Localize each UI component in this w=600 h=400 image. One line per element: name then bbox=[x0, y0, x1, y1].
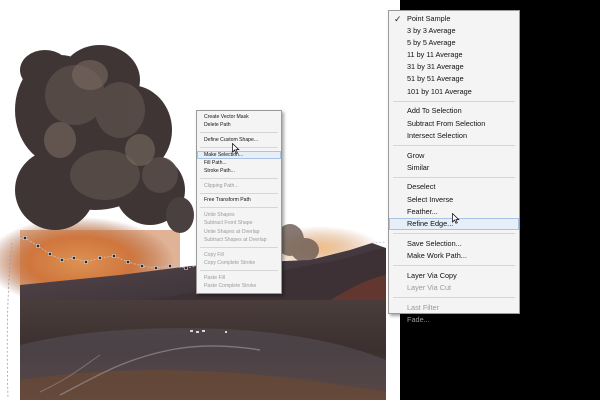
menu-separator bbox=[393, 177, 515, 179]
menu-separator bbox=[393, 101, 515, 103]
menu-item-copy-complete-stroke: Copy Complete Stroke bbox=[197, 259, 281, 267]
menu-item-paste-fill: Paste Fill bbox=[197, 274, 281, 282]
menu-separator bbox=[200, 192, 278, 194]
menu-item-unite-shapes: Unite Shapes bbox=[197, 211, 281, 219]
menu-item-label: Delete Path bbox=[204, 122, 231, 129]
menu-separator bbox=[200, 247, 278, 249]
menu-item-layer-via-cut: Layer Via Cut bbox=[389, 282, 519, 294]
menu-item-label: Create Vector Mask bbox=[204, 114, 249, 120]
menu-item-label: Free Transform Path bbox=[204, 197, 251, 204]
menu-item-layer-via-copy[interactable]: Layer Via Copy bbox=[389, 270, 519, 282]
menu-item-subtract-front-shape: Subtract Front Shape bbox=[197, 219, 281, 227]
menu-separator bbox=[393, 145, 515, 147]
menu-item-label: 101 by 101 Average bbox=[407, 86, 472, 96]
menu-separator bbox=[200, 270, 278, 272]
menu-item-add-to-selection[interactable]: Add To Selection bbox=[389, 105, 519, 117]
menu-item-label: Add To Selection bbox=[407, 106, 462, 116]
menu-item-subtract-from-selection[interactable]: Subtract From Selection bbox=[389, 118, 519, 130]
menu-item-label: Subtract Shapes at Overlap bbox=[204, 237, 267, 244]
menu-item-label: Intersect Selection bbox=[407, 130, 468, 140]
menu-item-grow[interactable]: Grow bbox=[389, 150, 519, 162]
photoshop-workspace: Create Vector Mask Delete Path Define Cust… bbox=[0, 0, 600, 400]
menu-item-fade: Fade... bbox=[389, 314, 519, 326]
menu-item-similar[interactable]: Similar bbox=[389, 162, 519, 174]
menu-item-label: Fade... bbox=[407, 314, 430, 324]
menu-item-deselect[interactable]: Deselect bbox=[389, 181, 519, 193]
menu-item-label: Make Work Path... bbox=[407, 250, 467, 260]
menu-item-label: Save Selection... bbox=[407, 238, 462, 248]
menu-item-101-by-101-average[interactable]: 101 by 101 Average bbox=[389, 86, 519, 98]
menu-item-label: Layer Via Copy bbox=[407, 270, 457, 280]
menu-item-label: Unite Shapes at Overlap bbox=[204, 228, 260, 235]
menu-item-label: Feather... bbox=[407, 206, 438, 216]
menu-item-make-work-path[interactable]: Make Work Path... bbox=[389, 250, 519, 262]
menu-item-label: Grow bbox=[407, 150, 425, 160]
mouse-pointer-icon bbox=[232, 143, 240, 154]
menu-separator bbox=[393, 233, 515, 235]
menu-item-label: Stroke Path... bbox=[204, 168, 235, 175]
menu-item-free-transform-path[interactable]: Free Transform Path bbox=[197, 196, 281, 204]
menu-item-31-by-31-average[interactable]: 31 by 31 Average bbox=[389, 61, 519, 73]
menu-separator bbox=[200, 207, 278, 209]
menu-item-select-inverse[interactable]: Select Inverse bbox=[389, 194, 519, 206]
menu-item-label: Subtract Front Shape bbox=[204, 220, 253, 227]
menu-item-label: Copy Complete Stroke bbox=[204, 260, 256, 267]
menu-item-stroke-path[interactable]: Stroke Path... bbox=[197, 167, 281, 175]
menu-item-label: Point Sample bbox=[407, 14, 451, 23]
menu-item-label: Paste Complete Stroke bbox=[204, 283, 257, 290]
menu-item-clipping-path: Clipping Path... bbox=[197, 182, 281, 190]
mouse-pointer-icon bbox=[452, 213, 460, 224]
menu-item-label: Layer Via Cut bbox=[407, 282, 452, 292]
menu-separator bbox=[200, 178, 278, 180]
menu-item-label: Unite Shapes bbox=[204, 212, 235, 219]
menu-item-fill-path[interactable]: Fill Path... bbox=[197, 159, 281, 167]
menu-item-label: 5 by 5 Average bbox=[407, 38, 456, 48]
menu-item-label: Select Inverse bbox=[407, 194, 454, 204]
menu-item-unite-shapes-at-overlap: Unite Shapes at Overlap bbox=[197, 228, 281, 236]
menu-item-label: Last Filter bbox=[407, 302, 440, 312]
menu-item-label: Deselect bbox=[407, 182, 436, 192]
menu-item-save-selection[interactable]: Save Selection... bbox=[389, 238, 519, 250]
menu-separator bbox=[393, 265, 515, 267]
menu-item-subtract-shapes-at-overlap: Subtract Shapes at Overlap bbox=[197, 236, 281, 244]
menu-item-paste-complete-stroke: Paste Complete Stroke bbox=[197, 282, 281, 290]
menu-item-create-vector-mask[interactable]: Create Vector Mask bbox=[197, 113, 281, 121]
menu-item-label: 51 by 51 Average bbox=[407, 74, 464, 84]
menu-item-label: 31 by 31 Average bbox=[407, 62, 464, 72]
menu-item-label: Paste Fill bbox=[204, 274, 225, 281]
menu-separator bbox=[393, 297, 515, 299]
menu-item-delete-path[interactable]: Delete Path bbox=[197, 121, 281, 129]
menu-item-11-by-11-average[interactable]: 11 by 11 Average bbox=[389, 49, 519, 61]
menu-item-51-by-51-average[interactable]: 51 by 51 Average bbox=[389, 73, 519, 85]
menu-item-label: 3 by 3 Average bbox=[407, 26, 456, 36]
checkmark-icon: ✓ bbox=[394, 14, 402, 24]
menu-item-label: 11 by 11 Average bbox=[407, 50, 463, 60]
menu-item-3-by-3-average[interactable]: 3 by 3 Average bbox=[389, 25, 519, 37]
menu-item-label: Clipping Path... bbox=[204, 182, 239, 189]
path-context-menu: Create Vector Mask Delete Path Define Cust… bbox=[196, 110, 282, 294]
menu-item-copy-fill: Copy Fill bbox=[197, 251, 281, 259]
select-context-menu: ✓ Point Sample 3 by 3 Average 5 by 5 Averag… bbox=[388, 10, 520, 324]
menu-item-intersect-selection[interactable]: Intersect Selection bbox=[389, 130, 519, 142]
menu-item-label: Similar bbox=[407, 162, 430, 172]
menu-item-label: Fill Path... bbox=[204, 159, 227, 166]
menu-item-5-by-5-average[interactable]: 5 by 5 Average bbox=[389, 37, 519, 49]
menu-separator bbox=[200, 132, 278, 134]
menu-item-label: Refine Edge... bbox=[407, 218, 454, 228]
menu-item-point-sample[interactable]: ✓ Point Sample bbox=[389, 13, 519, 25]
menu-item-last-filter: Last Filter bbox=[389, 302, 519, 314]
menu-item-label: Subtract From Selection bbox=[407, 118, 486, 128]
menu-item-label: Copy Fill bbox=[204, 251, 224, 258]
